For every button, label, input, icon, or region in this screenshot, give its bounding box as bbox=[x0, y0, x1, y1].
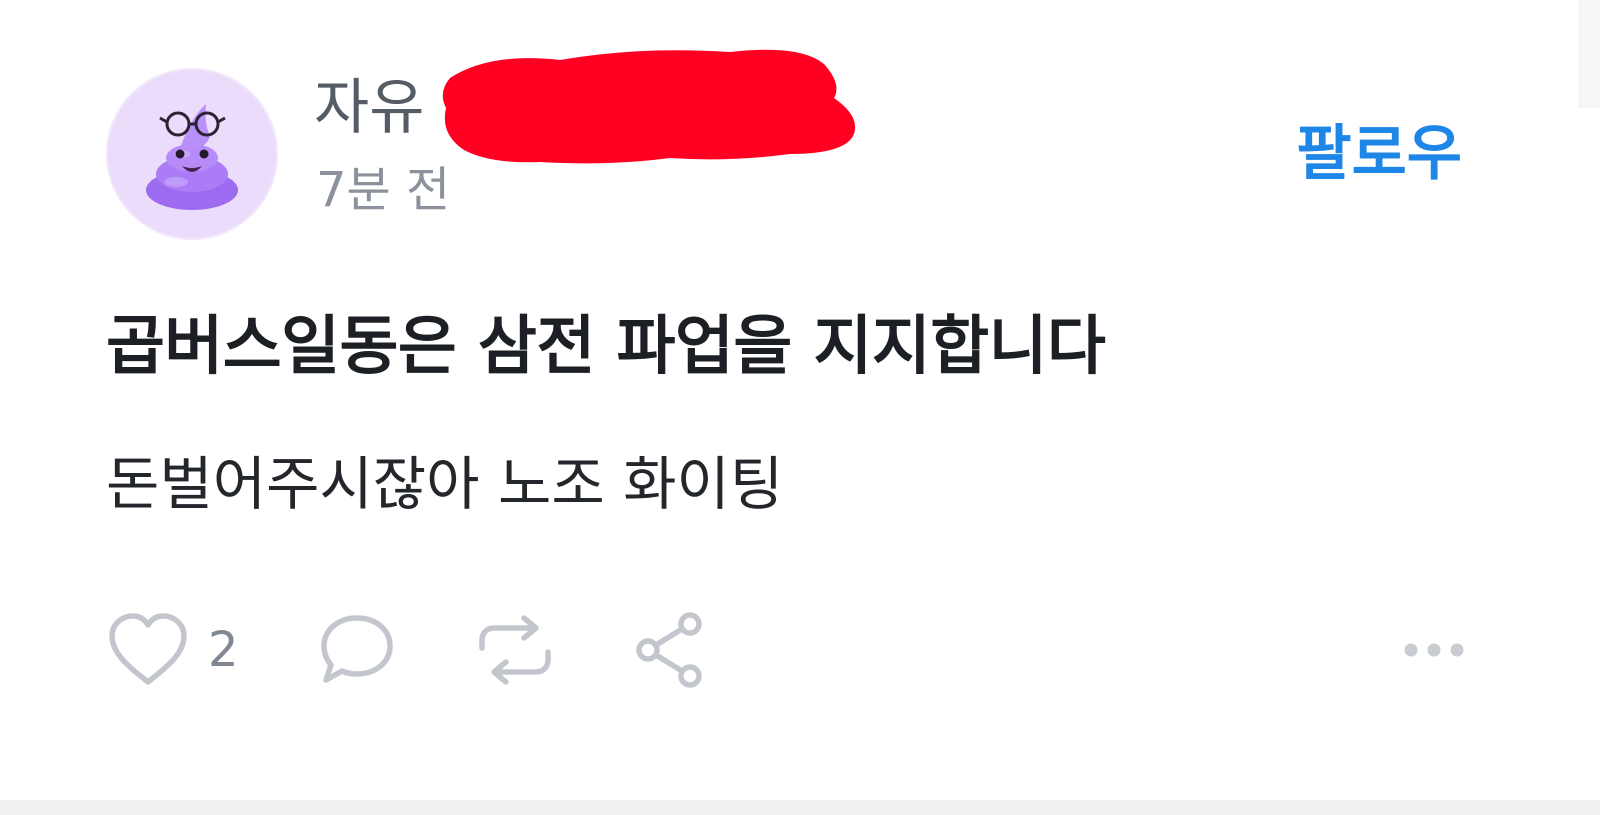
post-timestamp: 7분 전 bbox=[316, 162, 451, 218]
like-button[interactable]: 2 bbox=[106, 608, 239, 692]
comment-button[interactable] bbox=[318, 608, 396, 692]
post-body: 돈벌어주시잖아 노조 화이팅 bbox=[106, 450, 784, 518]
redaction-mark bbox=[442, 49, 856, 164]
purple-poop-emoji-icon bbox=[146, 104, 238, 210]
repost-button[interactable] bbox=[470, 608, 560, 692]
more-dots-icon bbox=[1404, 643, 1464, 657]
heart-icon bbox=[109, 613, 187, 685]
post-card: 자유 7분 전 팔로우 곱버스일동은 삼전 파업을 지지합니다 돈벌어주시잖아 … bbox=[0, 0, 1600, 800]
like-count: 2 bbox=[208, 622, 239, 678]
share-icon bbox=[636, 612, 702, 688]
edge-shade bbox=[1578, 0, 1600, 108]
share-button[interactable] bbox=[632, 608, 708, 692]
author-name[interactable]: 자유 bbox=[314, 72, 424, 144]
follow-button[interactable]: 팔로우 bbox=[1296, 118, 1462, 190]
avatar[interactable] bbox=[106, 68, 278, 240]
comment-bubble-icon bbox=[321, 615, 393, 683]
repost-icon bbox=[479, 615, 551, 685]
post-title: 곱버스일동은 삼전 파업을 지지합니다 bbox=[106, 310, 1106, 384]
bottom-divider bbox=[0, 800, 1600, 815]
more-options-button[interactable] bbox=[1402, 608, 1466, 692]
action-bar: 2 bbox=[106, 608, 1466, 692]
